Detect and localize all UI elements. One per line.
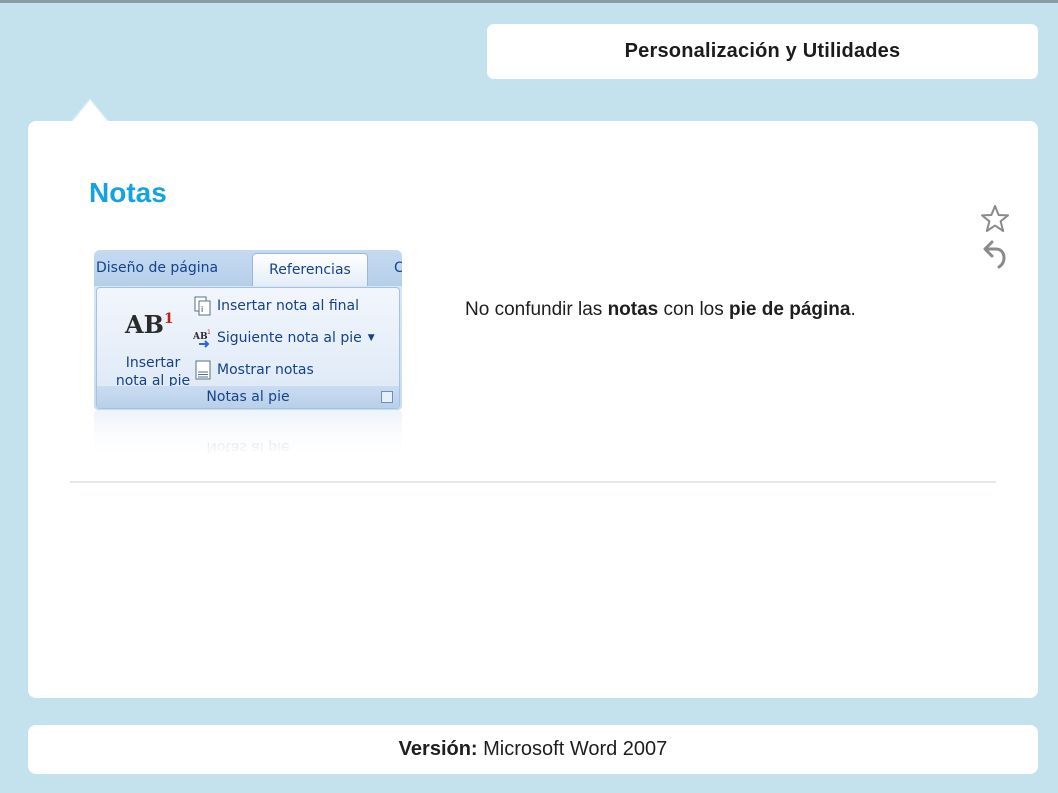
- description-bold-footer: pie de página: [729, 299, 851, 320]
- footnote-ab-icon: AB1: [125, 310, 174, 339]
- svg-text:1: 1: [207, 329, 211, 336]
- ribbon-tab-page-layout: Diseño de página: [96, 260, 219, 276]
- ribbon-tab-bar: Diseño de página Referencias C: [94, 250, 402, 286]
- card-pointer: [72, 100, 108, 122]
- description-bold-notes: notas: [607, 299, 659, 320]
- next-footnote-item: AB 1 Siguiente nota al pie ▼: [193, 329, 375, 348]
- back-arrow-icon[interactable]: [982, 239, 1008, 269]
- insert-footnote-label: Insertar nota al pie: [115, 355, 191, 389]
- dialog-launcher-icon: [381, 391, 393, 403]
- description-text: No confundir las notas con los pie de pá…: [465, 299, 856, 320]
- section-title: Personalización y Utilidades: [624, 40, 901, 62]
- show-notes-item: Mostrar notas: [193, 358, 314, 382]
- ribbon-tab-truncated: C: [394, 260, 402, 276]
- ribbon-tab-references: Referencias: [252, 253, 368, 286]
- ribbon-group-footnotes: AB1 Insertar nota al pie i Insertar nota…: [96, 287, 400, 409]
- footer-bar: Versión: Microsoft Word 2007: [28, 725, 1038, 774]
- page-title: Notas: [89, 177, 167, 208]
- svg-text:i: i: [201, 305, 203, 314]
- top-border: [0, 0, 1058, 3]
- insert-footnote-big-button: AB1 Insertar nota al pie: [103, 296, 190, 389]
- ribbon-group-label: Notas al pie: [97, 386, 399, 408]
- ribbon-screenshot: Diseño de página Referencias C AB1 Inser…: [94, 250, 402, 410]
- divider: [70, 481, 996, 483]
- star-icon[interactable]: [980, 204, 1010, 234]
- insert-endnote-icon: i: [194, 296, 211, 316]
- section-header-tab: Personalización y Utilidades: [487, 24, 1038, 79]
- show-notes-icon: [195, 360, 211, 380]
- next-footnote-icon: AB 1: [193, 329, 211, 348]
- version-value: Microsoft Word 2007: [477, 738, 668, 760]
- dropdown-caret-icon: ▼: [367, 333, 375, 343]
- insert-endnote-item: i Insertar nota al final: [193, 294, 359, 318]
- ribbon-reflection: Notas al pie: [94, 410, 402, 458]
- version-label: Versión:: [398, 738, 478, 760]
- ribbon-reflection-label: Notas al pie: [206, 439, 290, 455]
